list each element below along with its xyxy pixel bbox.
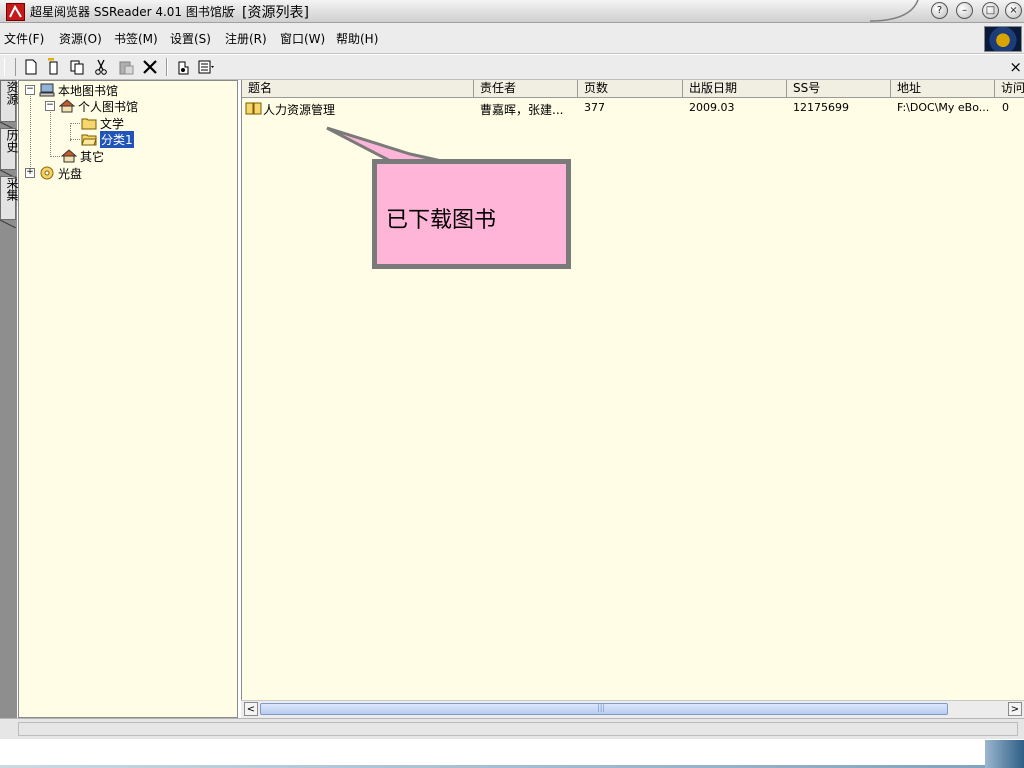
- tab-resources[interactable]: 资源: [0, 80, 19, 122]
- cell-visits: 0: [1002, 101, 1009, 114]
- slide-bottom-band: [0, 739, 1024, 768]
- library-house-icon: [60, 149, 78, 163]
- app-title: 超星阅览器 SSReader 4.01 图书馆版: [30, 5, 234, 19]
- tree-connector: [50, 109, 51, 157]
- menu-settings[interactable]: 设置(S): [170, 30, 211, 47]
- tree-connector: [70, 123, 80, 124]
- minimize-button[interactable]: –: [956, 2, 973, 19]
- side-tab-strip: 资源 历史 采集: [0, 80, 19, 720]
- tree-node-disc[interactable]: + 光盘: [25, 165, 82, 181]
- collapse-toggle[interactable]: −: [45, 101, 55, 111]
- close-window-button[interactable]: ×: [1005, 2, 1022, 19]
- delete-icon[interactable]: [141, 58, 159, 76]
- menu-bar: 文件(F) 资源(O) 书签(M) 设置(S) 注册(R) 窗口(W) 帮助(H…: [0, 23, 1024, 54]
- column-header-visits[interactable]: 访问: [995, 80, 1024, 97]
- column-header-address[interactable]: 地址: [891, 80, 995, 97]
- disc-icon: [39, 166, 55, 180]
- expand-toggle[interactable]: +: [25, 168, 35, 178]
- collapse-toggle[interactable]: −: [25, 85, 35, 95]
- tree-connector: [70, 139, 80, 140]
- scroll-thumb[interactable]: |||: [260, 703, 948, 715]
- maximize-icon: □: [985, 5, 996, 16]
- column-header-title[interactable]: 题名: [242, 80, 474, 97]
- list-header: 题名 责任者 页数 出版日期 SS号 地址 访问: [242, 80, 1024, 98]
- cell-pages: 377: [584, 101, 605, 114]
- column-header-date[interactable]: 出版日期: [683, 80, 787, 97]
- tree-label: 文学: [100, 116, 125, 131]
- help-button[interactable]: ?: [931, 2, 948, 19]
- tree-label: 个人图书馆: [78, 99, 139, 114]
- toolbar: ×: [0, 55, 1024, 80]
- tree-label-selected: 分类1: [100, 130, 134, 148]
- tab-divider: [0, 220, 16, 228]
- tab-collect[interactable]: 采集: [0, 176, 19, 220]
- folder-open-icon: [81, 132, 97, 146]
- toolbar-separator: [166, 58, 168, 76]
- tree-node-personal-library[interactable]: − 个人图书馆: [45, 98, 138, 114]
- library-tree: − 本地图书馆 − 个人图书馆 文学 分类1 其它 + 光盘: [18, 80, 238, 718]
- horizontal-scrollbar[interactable]: < ||| >: [241, 700, 1024, 718]
- computer-icon: [39, 83, 55, 97]
- folder-icon: [81, 116, 97, 130]
- library-house-icon: [58, 99, 76, 113]
- callout-text: 已下载图书: [386, 208, 497, 233]
- globe-logo-icon: [984, 26, 1022, 52]
- tree-node-local-library[interactable]: − 本地图书馆: [25, 82, 118, 98]
- column-header-author[interactable]: 责任者: [474, 80, 578, 97]
- document-title: [资源列表]: [242, 5, 309, 21]
- copy-icon[interactable]: [68, 58, 86, 76]
- scroll-grip: |||: [597, 703, 606, 712]
- menu-window[interactable]: 窗口(W): [280, 30, 325, 47]
- tree-node-others[interactable]: 其它: [60, 148, 105, 164]
- new-folder-icon[interactable]: [45, 58, 63, 76]
- tab-history[interactable]: 历史: [0, 128, 19, 170]
- menu-register[interactable]: 注册(R): [225, 30, 267, 47]
- cell-title: 人力资源管理: [263, 103, 336, 117]
- minimize-icon: –: [962, 5, 967, 16]
- tree-label: 其它: [80, 149, 105, 164]
- tree-connector: [30, 93, 31, 173]
- cell-ss-number: 12175699: [793, 101, 849, 114]
- title-separator: –: [229, 2, 236, 17]
- cell-date: 2009.03: [689, 101, 735, 114]
- cell-address: F:\DOC\My eBo...: [897, 101, 990, 114]
- view-options-icon[interactable]: [197, 58, 215, 76]
- app-logo-icon[interactable]: [6, 3, 25, 21]
- tree-node-category1[interactable]: 分类1: [81, 130, 134, 148]
- cell-author: 曹嘉晖，张建...: [480, 103, 564, 117]
- status-panel: [18, 722, 1018, 736]
- tree-label: 本地图书馆: [58, 83, 119, 98]
- toolbar-grip[interactable]: [4, 58, 16, 76]
- menu-help[interactable]: 帮助(H): [336, 30, 378, 47]
- help-icon: ?: [936, 5, 943, 16]
- new-icon[interactable]: [22, 58, 40, 76]
- cut-icon[interactable]: [92, 58, 110, 76]
- column-header-pages[interactable]: 页数: [578, 80, 683, 97]
- close-pane-button[interactable]: ×: [1009, 58, 1022, 76]
- status-bar: [0, 718, 1024, 739]
- maximize-button[interactable]: □: [982, 2, 999, 19]
- scroll-right-arrow[interactable]: >: [1008, 702, 1022, 716]
- book-icon: [245, 101, 262, 115]
- menu-resource[interactable]: 资源(O): [59, 30, 102, 47]
- menu-bookmark[interactable]: 书签(M): [114, 30, 158, 47]
- scroll-left-arrow[interactable]: <: [244, 702, 258, 716]
- paste-icon[interactable]: [117, 58, 135, 76]
- menu-file[interactable]: 文件(F): [4, 30, 44, 47]
- callout-box: 已下载图书: [372, 159, 571, 269]
- title-bar: 超星阅览器 SSReader 4.01 图书馆版 – [资源列表] ? – □ …: [0, 0, 1024, 23]
- slide-corner-box: [985, 740, 1024, 768]
- tree-label: 光盘: [58, 166, 83, 181]
- title-bar-curve: [870, 0, 919, 22]
- tree-node-literature[interactable]: 文学: [81, 115, 124, 131]
- properties-icon[interactable]: [174, 58, 192, 76]
- column-header-ss-number[interactable]: SS号: [787, 80, 891, 97]
- close-icon: ×: [1009, 5, 1018, 16]
- tree-connector: [50, 156, 60, 157]
